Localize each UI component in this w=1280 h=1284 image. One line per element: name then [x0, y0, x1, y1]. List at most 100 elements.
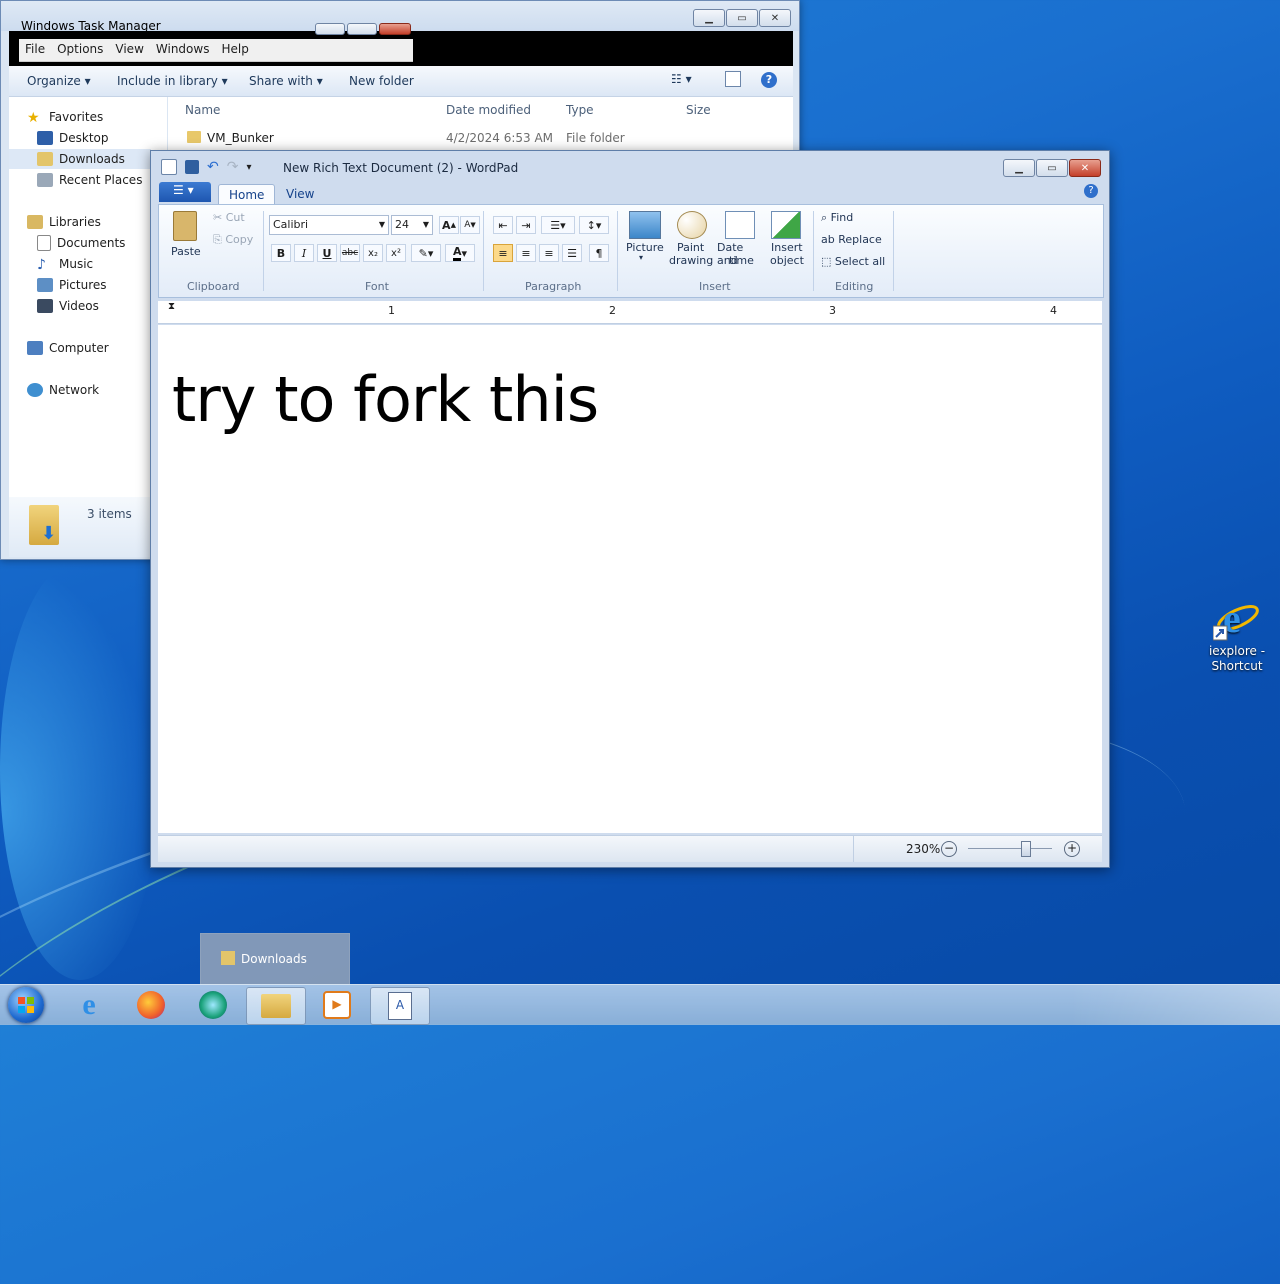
- font-size-value: 24: [395, 218, 409, 231]
- nav-computer-label: Computer: [49, 341, 109, 355]
- nav-downloads[interactable]: Downloads: [9, 149, 151, 169]
- taskbar-explorer[interactable]: [246, 987, 306, 1025]
- zoom-slider-thumb[interactable]: [1021, 841, 1032, 857]
- start-button[interactable]: [8, 987, 44, 1023]
- font-family-select[interactable]: Calibri ▼: [269, 215, 389, 235]
- indent-marker-icon[interactable]: ⧗: [168, 301, 175, 312]
- find-button[interactable]: ⌕ Find: [821, 211, 853, 225]
- chevron-down-icon: ▾: [639, 253, 644, 262]
- object-icon: [771, 211, 801, 239]
- subscript-button[interactable]: x₂: [363, 244, 383, 262]
- justify-button[interactable]: ☰: [562, 244, 582, 262]
- line-spacing-button[interactable]: ↕▾: [579, 216, 609, 234]
- bold-button[interactable]: B: [271, 244, 291, 262]
- include-in-library-button[interactable]: Include in library ▾: [117, 74, 228, 88]
- align-center-button[interactable]: ≡: [516, 244, 536, 262]
- redo-icon[interactable]: ↷: [227, 159, 239, 175]
- maximize-button[interactable]: ▭: [726, 9, 758, 27]
- ribbon-home: Paste ✂ Cut ⎘ Copy Clipboard Calibri ▼ 24…: [158, 204, 1104, 298]
- highlight-color-button[interactable]: ✎▾: [411, 244, 441, 262]
- paint-drawing-button[interactable]: Paint drawing: [667, 209, 713, 275]
- font-size-select[interactable]: 24 ▼: [391, 215, 433, 235]
- preview-pane-icon[interactable]: [725, 71, 741, 87]
- nav-libraries[interactable]: Libraries: [27, 212, 169, 232]
- select-all-button[interactable]: ⬚ Select all: [821, 255, 885, 268]
- replace-button[interactable]: ab Replace: [821, 233, 882, 246]
- paste-button[interactable]: Paste: [167, 209, 203, 259]
- task-manager-window-controls: [315, 23, 411, 37]
- font-color-button[interactable]: A ▾: [445, 244, 475, 262]
- shrink-font-button[interactable]: A ▼: [460, 216, 480, 234]
- increase-indent-button[interactable]: ⇥: [516, 216, 536, 234]
- date-time-button[interactable]: Date and time: [715, 209, 765, 275]
- taskbar-app[interactable]: [184, 987, 242, 1023]
- paint-label-line1: Paint: [677, 241, 705, 254]
- wordpad-minimize-button[interactable]: ▁: [1003, 159, 1035, 177]
- document-text[interactable]: try to fork this: [172, 363, 599, 436]
- wordpad-close-button[interactable]: ✕: [1069, 159, 1101, 177]
- italic-button[interactable]: I: [294, 244, 314, 262]
- copy-button[interactable]: ⎘ Copy: [213, 233, 253, 247]
- tm-menu-windows[interactable]: Windows: [150, 39, 216, 61]
- nav-videos-label: Videos: [59, 299, 99, 313]
- taskbar-thumbnail[interactable]: Downloads: [200, 933, 350, 985]
- column-size[interactable]: Size: [686, 103, 711, 117]
- ie-shortcut-desktop-icon[interactable]: e iexplore - Shortcut: [1206, 594, 1268, 674]
- tm-menu-file[interactable]: File: [19, 39, 51, 61]
- file-row[interactable]: VM_Bunker 4/2/2024 6:53 AM File folder: [178, 129, 778, 149]
- paragraph-settings-button[interactable]: ¶: [589, 244, 609, 262]
- cut-button[interactable]: ✂ Cut: [213, 211, 245, 224]
- application-menu-button[interactable]: ☰ ▾: [159, 182, 211, 202]
- tab-home[interactable]: Home: [218, 184, 276, 205]
- bullets-button[interactable]: ☰▾: [541, 216, 575, 234]
- tm-minimize-button[interactable]: [315, 23, 345, 35]
- zoom-in-button[interactable]: +: [1064, 841, 1080, 857]
- nav-downloads-label: Downloads: [59, 152, 125, 166]
- paint-label-line2: drawing: [669, 254, 714, 267]
- taskbar-wordpad[interactable]: A: [370, 987, 430, 1025]
- wordpad-maximize-button[interactable]: ▭: [1036, 159, 1068, 177]
- insert-picture-button[interactable]: Picture ▾: [623, 209, 665, 275]
- taskbar-internet-explorer[interactable]: e: [60, 987, 118, 1023]
- zoom-out-button[interactable]: −: [941, 841, 957, 857]
- nav-desktop[interactable]: Desktop: [37, 128, 179, 148]
- insert-object-button[interactable]: Insert object: [767, 209, 807, 275]
- ruler[interactable]: ⧗ 1 2 3 4: [158, 301, 1102, 324]
- document-area[interactable]: try to fork this: [158, 325, 1102, 833]
- taskbar-firefox[interactable]: [122, 987, 180, 1023]
- nav-computer[interactable]: Computer: [27, 338, 169, 358]
- align-right-button[interactable]: ≡: [539, 244, 559, 262]
- view-options-icon[interactable]: ☷ ▾: [671, 72, 692, 86]
- grow-font-button[interactable]: A ▲: [439, 216, 459, 234]
- nav-favorites[interactable]: ★ Favorites: [27, 107, 169, 127]
- tm-close-button[interactable]: [379, 23, 411, 35]
- column-name[interactable]: Name: [185, 103, 220, 117]
- help-icon[interactable]: ?: [761, 72, 777, 88]
- save-icon[interactable]: [185, 160, 199, 174]
- tm-menu-help[interactable]: Help: [215, 39, 254, 61]
- align-left-button[interactable]: ≡: [493, 244, 513, 262]
- decrease-indent-button[interactable]: ⇤: [493, 216, 513, 234]
- column-date-modified[interactable]: Date modified: [446, 103, 531, 117]
- column-type[interactable]: Type: [566, 103, 594, 117]
- taskbar-media-player[interactable]: ▶: [308, 987, 366, 1023]
- minimize-button[interactable]: ▁: [693, 9, 725, 27]
- organize-button[interactable]: Organize ▾: [27, 74, 91, 88]
- tm-maximize-button[interactable]: [347, 23, 377, 35]
- share-with-button[interactable]: Share with ▾: [249, 74, 323, 88]
- tm-menu-view[interactable]: View: [109, 39, 149, 61]
- tab-view[interactable]: View: [276, 184, 324, 204]
- ribbon-help-icon[interactable]: ?: [1084, 184, 1098, 198]
- new-folder-button[interactable]: New folder: [349, 74, 414, 88]
- tm-menu-options[interactable]: Options: [51, 39, 109, 61]
- zoom-slider[interactable]: [968, 841, 1052, 857]
- superscript-button[interactable]: x²: [386, 244, 406, 262]
- customize-qat-icon[interactable]: ▾: [246, 162, 251, 173]
- underline-button[interactable]: U: [317, 244, 337, 262]
- wordpad-window[interactable]: ↶ ↷ ▾ New Rich Text Document (2) - WordP…: [150, 150, 1110, 868]
- nav-favorites-label: Favorites: [49, 110, 104, 124]
- nav-network[interactable]: Network: [27, 380, 169, 400]
- close-button[interactable]: ✕: [759, 9, 791, 27]
- strikethrough-button[interactable]: abc: [340, 244, 360, 262]
- undo-icon[interactable]: ↶: [207, 159, 219, 175]
